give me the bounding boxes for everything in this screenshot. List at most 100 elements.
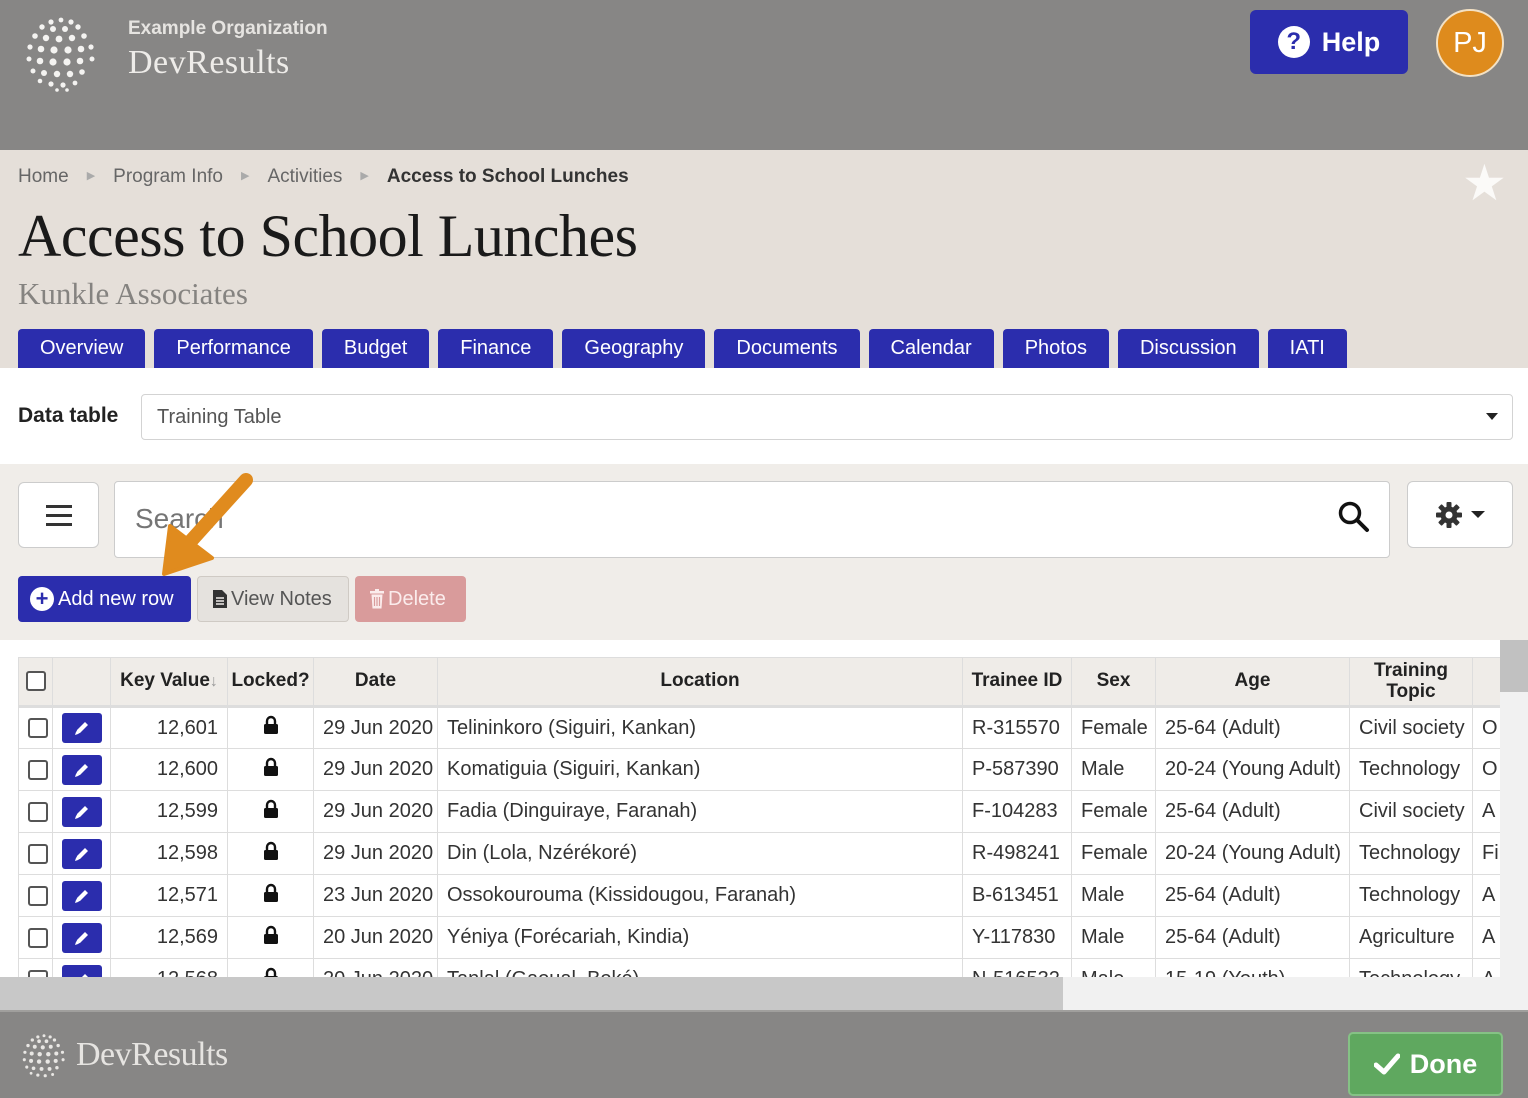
question-circle-icon: ? — [1277, 26, 1310, 58]
table-row[interactable]: 12,568 20 Jun 2020Tanlal (Gaoual, Boké)N-… — [18, 958, 1500, 977]
search-icon[interactable] — [1337, 500, 1371, 534]
favorite-star-icon[interactable]: ★ — [1462, 158, 1507, 208]
horizontal-scroll-thumb[interactable] — [0, 977, 1063, 1010]
cell-training-topic: Technology — [1349, 832, 1473, 875]
tab-geography[interactable]: Geography — [562, 329, 706, 368]
help-button[interactable]: ? Help — [1250, 10, 1408, 74]
caret-down-icon — [1486, 413, 1498, 420]
table-row[interactable]: 12,598 29 Jun 2020 Din (Lola, Nzérékoré) R-… — [18, 832, 1500, 875]
add-new-row-button[interactable]: + Add new row — [18, 576, 191, 622]
table-row[interactable]: 12,599 29 Jun 2020 Fadia (Dinguiraye, Fara… — [18, 790, 1500, 833]
edit-row-button[interactable] — [62, 754, 102, 785]
select-all-checkbox[interactable] — [25, 671, 46, 692]
column-header-extra[interactable] — [1472, 657, 1500, 708]
cell-age: 25-64 (Adult) — [1155, 790, 1350, 833]
cell-date: 23 Jun 2020 — [313, 874, 438, 917]
cell-age: 15-19 (Youth) — [1155, 958, 1350, 977]
sort-arrow-down-icon: ↓ — [209, 673, 218, 691]
view-notes-button[interactable]: View Notes — [197, 576, 349, 622]
cell-training-topic: Civil society — [1349, 790, 1473, 833]
tab-budget[interactable]: Budget — [321, 329, 430, 368]
breadcrumb-program-info[interactable]: Program Info — [113, 166, 223, 188]
user-avatar[interactable]: PJ — [1436, 9, 1504, 77]
edit-row-button[interactable] — [62, 964, 102, 977]
tab-overview[interactable]: Overview — [18, 329, 146, 368]
tab-discussion[interactable]: Discussion — [1117, 329, 1259, 368]
search-input[interactable] — [135, 496, 1315, 542]
edit-row-button[interactable] — [62, 796, 102, 827]
settings-dropdown-button[interactable] — [1407, 481, 1513, 548]
cell-age: 20-24 (Young Adult) — [1155, 748, 1350, 791]
column-header-locked[interactable]: Locked? — [227, 657, 314, 708]
cell-date: 29 Jun 2020 — [313, 832, 438, 875]
row-checkbox[interactable] — [28, 718, 48, 739]
gear-icon — [1436, 501, 1462, 528]
page-title-band: Home ▶ Program Info ▶ Activities ▶ Acces… — [0, 150, 1528, 368]
column-menu-button[interactable] — [18, 482, 99, 548]
column-header-location[interactable]: Location — [437, 657, 963, 708]
cell-location: Yéniya (Forécariah, Kindia) — [437, 916, 963, 959]
cell-training-topic: Civil society — [1349, 706, 1473, 749]
edit-row-button[interactable] — [62, 880, 102, 911]
tab-performance[interactable]: Performance — [154, 329, 313, 368]
data-table-select[interactable]: Training Table — [141, 394, 1513, 440]
pencil-icon — [75, 763, 88, 777]
tab-documents[interactable]: Documents — [714, 329, 860, 368]
cell-sex: Male — [1071, 874, 1156, 917]
row-checkbox[interactable] — [28, 843, 48, 864]
cell-training-topic: Agriculture — [1349, 916, 1473, 959]
row-checkbox[interactable] — [28, 759, 48, 780]
cell-sex: Female — [1071, 832, 1156, 875]
cell-extra: A — [1472, 790, 1500, 833]
cell-extra: A — [1472, 958, 1500, 977]
vertical-scrollbar[interactable] — [1500, 640, 1528, 1010]
cell-key-value: 12,568 — [110, 958, 228, 977]
top-header: Example Organization DevResults ? Help P… — [0, 0, 1528, 148]
tab-calendar[interactable]: Calendar — [868, 329, 994, 368]
tab-finance[interactable]: Finance — [438, 329, 554, 368]
column-header-age[interactable]: Age — [1155, 657, 1350, 708]
table-row[interactable]: 12,600 29 Jun 2020 Komatiguia (Siguiri, Ka… — [18, 748, 1500, 791]
column-header-training-topic[interactable]: Training Topic — [1349, 657, 1473, 708]
row-checkbox[interactable] — [28, 969, 48, 977]
cell-location: Tanlal (Gaoual, Boké) — [437, 958, 963, 977]
cell-training-topic: Technology — [1349, 874, 1473, 917]
organization-name: Example Organization — [128, 18, 328, 39]
data-table-selected-value: Training Table — [157, 405, 282, 428]
cell-locked — [227, 706, 314, 749]
edit-row-button[interactable] — [62, 922, 102, 953]
breadcrumb-activities[interactable]: Activities — [267, 166, 342, 188]
column-header-trainee-id[interactable]: Trainee ID — [962, 657, 1072, 708]
done-button[interactable]: Done — [1348, 1032, 1503, 1096]
table-row[interactable]: 12,601 29 Jun 2020 Telininkoro (Siguiri, K… — [18, 706, 1500, 749]
tab-iati[interactable]: IATI — [1267, 329, 1347, 368]
cell-key-value: 12,598 — [110, 832, 228, 875]
delete-button[interactable]: Delete — [355, 576, 466, 622]
table-row[interactable]: 12,569 20 Jun 2020 Yéniya (Forécariah, Kin… — [18, 916, 1500, 959]
breadcrumb-separator-icon: ▶ — [86, 169, 96, 182]
row-checkbox[interactable] — [28, 801, 48, 822]
page-subtitle: Kunkle Associates — [18, 276, 248, 311]
table-row[interactable]: 12,571 23 Jun 2020 Ossokourouma (Kissidoug… — [18, 874, 1500, 917]
cell-location: Telininkoro (Siguiri, Kankan) — [437, 706, 963, 749]
devresults-globe-logo-icon — [22, 1034, 65, 1078]
cell-age: 25-64 (Adult) — [1155, 706, 1350, 749]
devresults-globe-logo-icon[interactable] — [22, 14, 100, 92]
column-header-key-value[interactable]: Key Value↓ — [110, 657, 228, 708]
column-header-sex[interactable]: Sex — [1071, 657, 1156, 708]
tab-photos[interactable]: Photos — [1002, 329, 1109, 368]
cell-extra: Fi — [1472, 832, 1500, 875]
horizontal-scrollbar[interactable] — [0, 977, 1500, 1010]
breadcrumb-home[interactable]: Home — [18, 166, 69, 188]
vertical-scroll-thumb[interactable] — [1500, 640, 1528, 692]
edit-row-button[interactable] — [62, 713, 102, 743]
add-new-row-label: Add new row — [58, 587, 174, 610]
row-checkbox[interactable] — [28, 927, 48, 948]
lock-icon — [263, 925, 278, 944]
breadcrumb-separator-icon: ▶ — [360, 169, 369, 182]
cell-trainee-id: R-315570 — [962, 706, 1072, 749]
edit-row-button[interactable] — [62, 838, 102, 869]
row-checkbox[interactable] — [28, 885, 48, 906]
column-header-date[interactable]: Date — [313, 657, 438, 708]
cell-date: 29 Jun 2020 — [313, 790, 438, 833]
